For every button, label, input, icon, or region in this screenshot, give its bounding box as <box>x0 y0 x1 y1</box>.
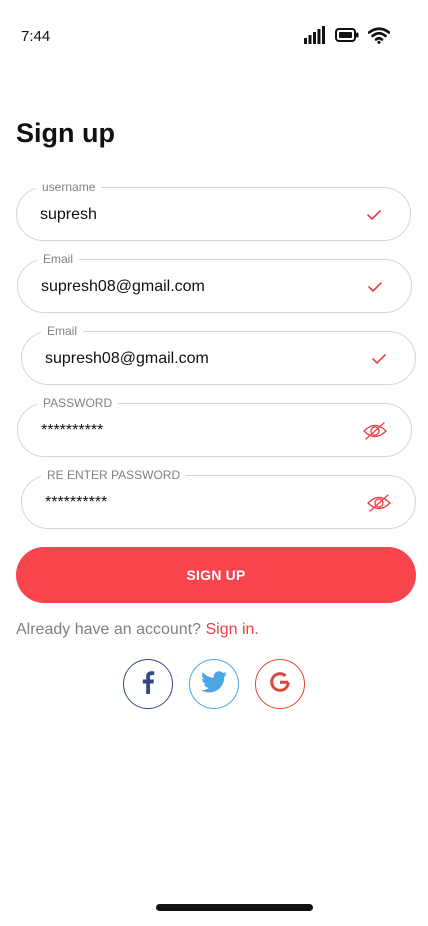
twitter-button[interactable] <box>189 659 239 709</box>
twitter-icon <box>201 670 227 698</box>
check-icon <box>365 345 393 373</box>
email-value[interactable]: supresh08@gmail.com <box>41 277 205 297</box>
confirm-password-field[interactable]: RE ENTER PASSWORD ********** <box>21 467 416 529</box>
confirm-email-field[interactable]: Email supresh08@gmail.com <box>21 323 416 385</box>
confirm-email-label: Email <box>41 323 84 339</box>
facebook-icon <box>141 670 155 699</box>
sign-in-prompt-text: Already have an account? <box>16 621 202 638</box>
sign-up-button[interactable]: SIGN UP <box>16 547 416 603</box>
username-label: username <box>36 179 102 195</box>
eye-off-icon[interactable] <box>361 417 389 445</box>
eye-off-icon[interactable] <box>365 489 393 517</box>
confirm-password-value[interactable]: ********** <box>45 493 107 513</box>
password-field[interactable]: PASSWORD ********** <box>17 395 412 457</box>
sign-in-link[interactable]: Sign in. <box>205 621 258 638</box>
battery-icon <box>335 28 359 42</box>
sign-in-prompt: Already have an account? Sign in. <box>16 621 259 639</box>
username-field[interactable]: username supresh <box>16 179 411 241</box>
status-time: 7:44 <box>21 28 51 45</box>
check-icon <box>360 201 388 229</box>
google-icon <box>269 671 291 698</box>
status-bar: 7:44 <box>0 0 428 74</box>
home-indicator <box>156 904 313 911</box>
email-field[interactable]: Email supresh08@gmail.com <box>17 251 412 313</box>
username-value[interactable]: supresh <box>40 205 97 225</box>
password-value[interactable]: ********** <box>41 421 103 441</box>
email-label: Email <box>37 251 80 267</box>
google-button[interactable] <box>255 659 305 709</box>
check-icon <box>361 273 389 301</box>
page-title: Sign up <box>16 118 115 148</box>
password-label: PASSWORD <box>37 395 119 411</box>
facebook-button[interactable] <box>123 659 173 709</box>
wifi-icon <box>368 26 390 44</box>
confirm-password-label: RE ENTER PASSWORD <box>41 467 187 483</box>
status-icons <box>304 26 390 44</box>
signal-icon <box>304 26 326 44</box>
confirm-email-value[interactable]: supresh08@gmail.com <box>45 349 209 369</box>
